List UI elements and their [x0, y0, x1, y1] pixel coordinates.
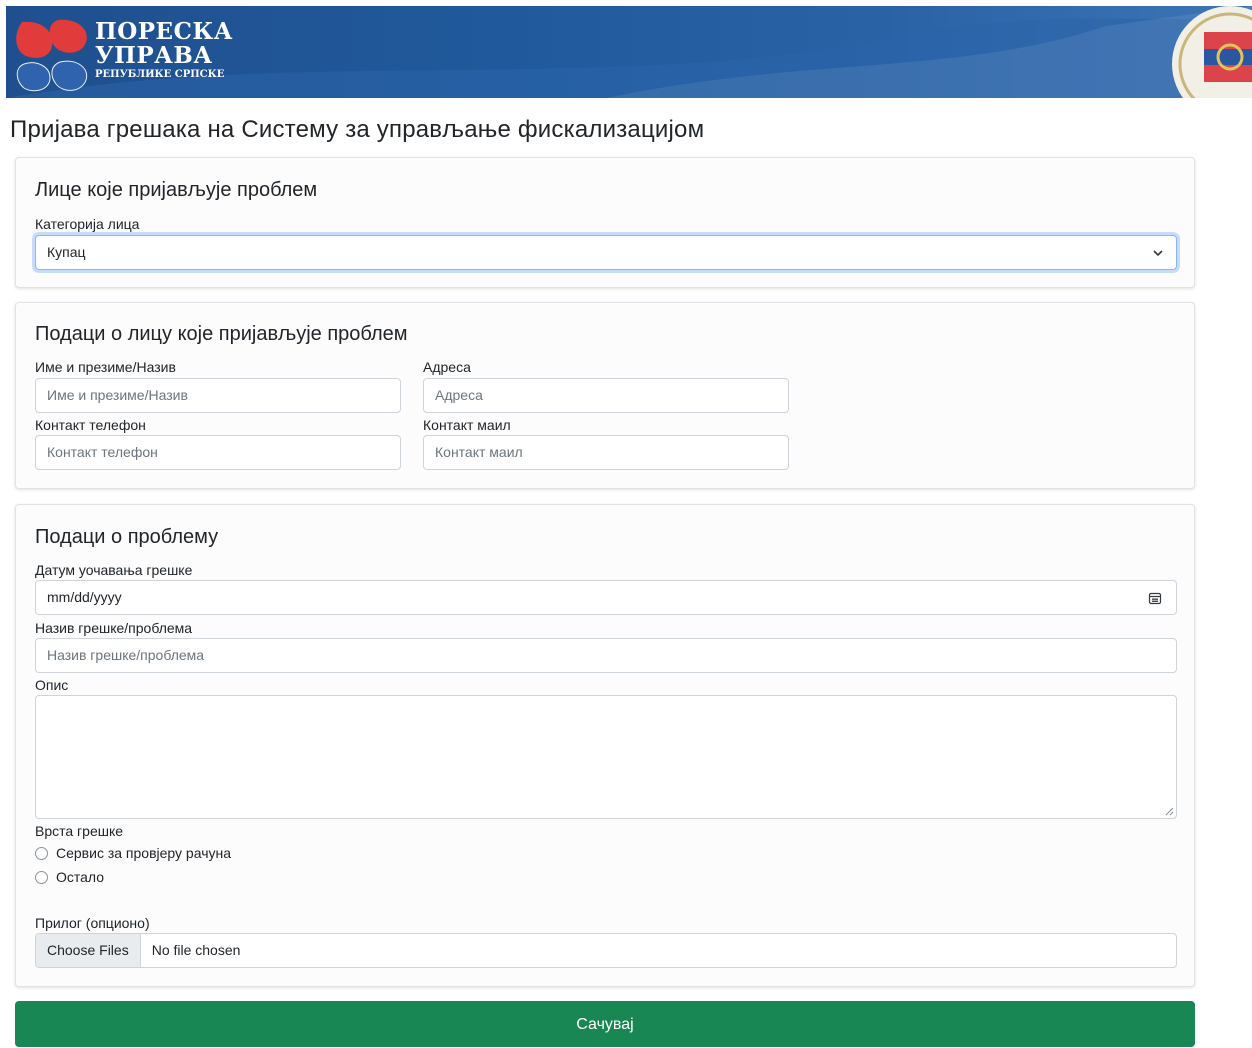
tax-administration-logo-icon[interactable]: [14, 16, 90, 92]
email-input[interactable]: Контакт маил: [423, 435, 789, 470]
logo-line1: ПОРЕСКА: [95, 18, 234, 45]
name-input[interactable]: Име и презиме/Назив: [35, 378, 401, 413]
choose-files-button[interactable]: Choose Files: [36, 934, 141, 967]
chevron-down-icon: [1153, 250, 1163, 257]
reporter-section: Лице које пријављује проблем Категорија …: [15, 157, 1195, 288]
logo-text[interactable]: ПОРЕСКА УПРАВА РЕПУБЛИКЕ СРПСКЕ: [95, 20, 233, 82]
category-label: Категорија лица: [35, 216, 140, 232]
attachment-label: Прилог (опционо): [35, 915, 150, 931]
error-type-label: Врста грешке: [35, 823, 124, 839]
radio-option-receipt-check-service[interactable]: Сервис за провјеру рачуна: [35, 845, 231, 861]
resize-grip-icon[interactable]: [1164, 806, 1174, 816]
phone-input[interactable]: Контакт телефон: [35, 435, 401, 470]
radio-circle-icon[interactable]: [35, 870, 48, 884]
save-button[interactable]: Сачувај: [15, 1001, 1195, 1047]
logo-line2: УПРАВА: [95, 42, 213, 69]
reporter-section-title: Лице које пријављује проблем: [35, 179, 318, 201]
category-select[interactable]: Купац: [35, 235, 1177, 270]
phone-label: Контакт телефон: [35, 417, 146, 433]
address-input[interactable]: Адреса: [423, 378, 789, 413]
page-title: Пријава грешака на Систему за управљање …: [10, 116, 705, 143]
radio-option-label: Остало: [56, 869, 105, 885]
radio-option-other[interactable]: Остало: [35, 869, 104, 885]
problem-section-title: Подаци о проблему: [35, 526, 219, 548]
radio-option-label: Сервис за провјеру рачуна: [56, 845, 232, 861]
name-label: Име и презиме/Назив: [35, 359, 176, 375]
person-data-section: Подаци о лицу које пријављује проблем Им…: [15, 302, 1195, 489]
description-textarea[interactable]: [35, 695, 1177, 819]
calendar-icon[interactable]: [1148, 591, 1162, 605]
address-label: Адреса: [423, 359, 471, 375]
date-input[interactable]: mm/dd/yyyy: [35, 580, 1177, 615]
issue-name-label: Назив грешке/проблема: [35, 620, 193, 636]
date-label: Датум уочавања грешке: [35, 562, 193, 578]
coat-of-arms-seal-icon: [1172, 6, 1252, 98]
person-section-title: Подаци о лицу које пријављује проблем: [35, 323, 408, 345]
description-label: Опис: [35, 677, 69, 693]
email-label: Контакт маил: [423, 417, 511, 433]
header-banner: ПОРЕСКА УПРАВА РЕПУБЛИКЕ СРПСКЕ: [6, 6, 1252, 98]
category-select-value: Купац: [47, 244, 86, 260]
radio-circle-icon[interactable]: [35, 846, 48, 860]
file-input[interactable]: Choose Files No file chosen: [35, 933, 1177, 968]
file-status: No file chosen: [151, 942, 241, 958]
logo-line3: РЕПУБЛИКЕ СРПСКЕ: [95, 69, 225, 80]
date-input-placeholder: mm/dd/yyyy: [47, 589, 122, 605]
issue-name-input[interactable]: Назив грешке/проблема: [35, 638, 1177, 673]
problem-data-section: Подаци о проблему Датум уочавања грешке …: [15, 504, 1195, 987]
